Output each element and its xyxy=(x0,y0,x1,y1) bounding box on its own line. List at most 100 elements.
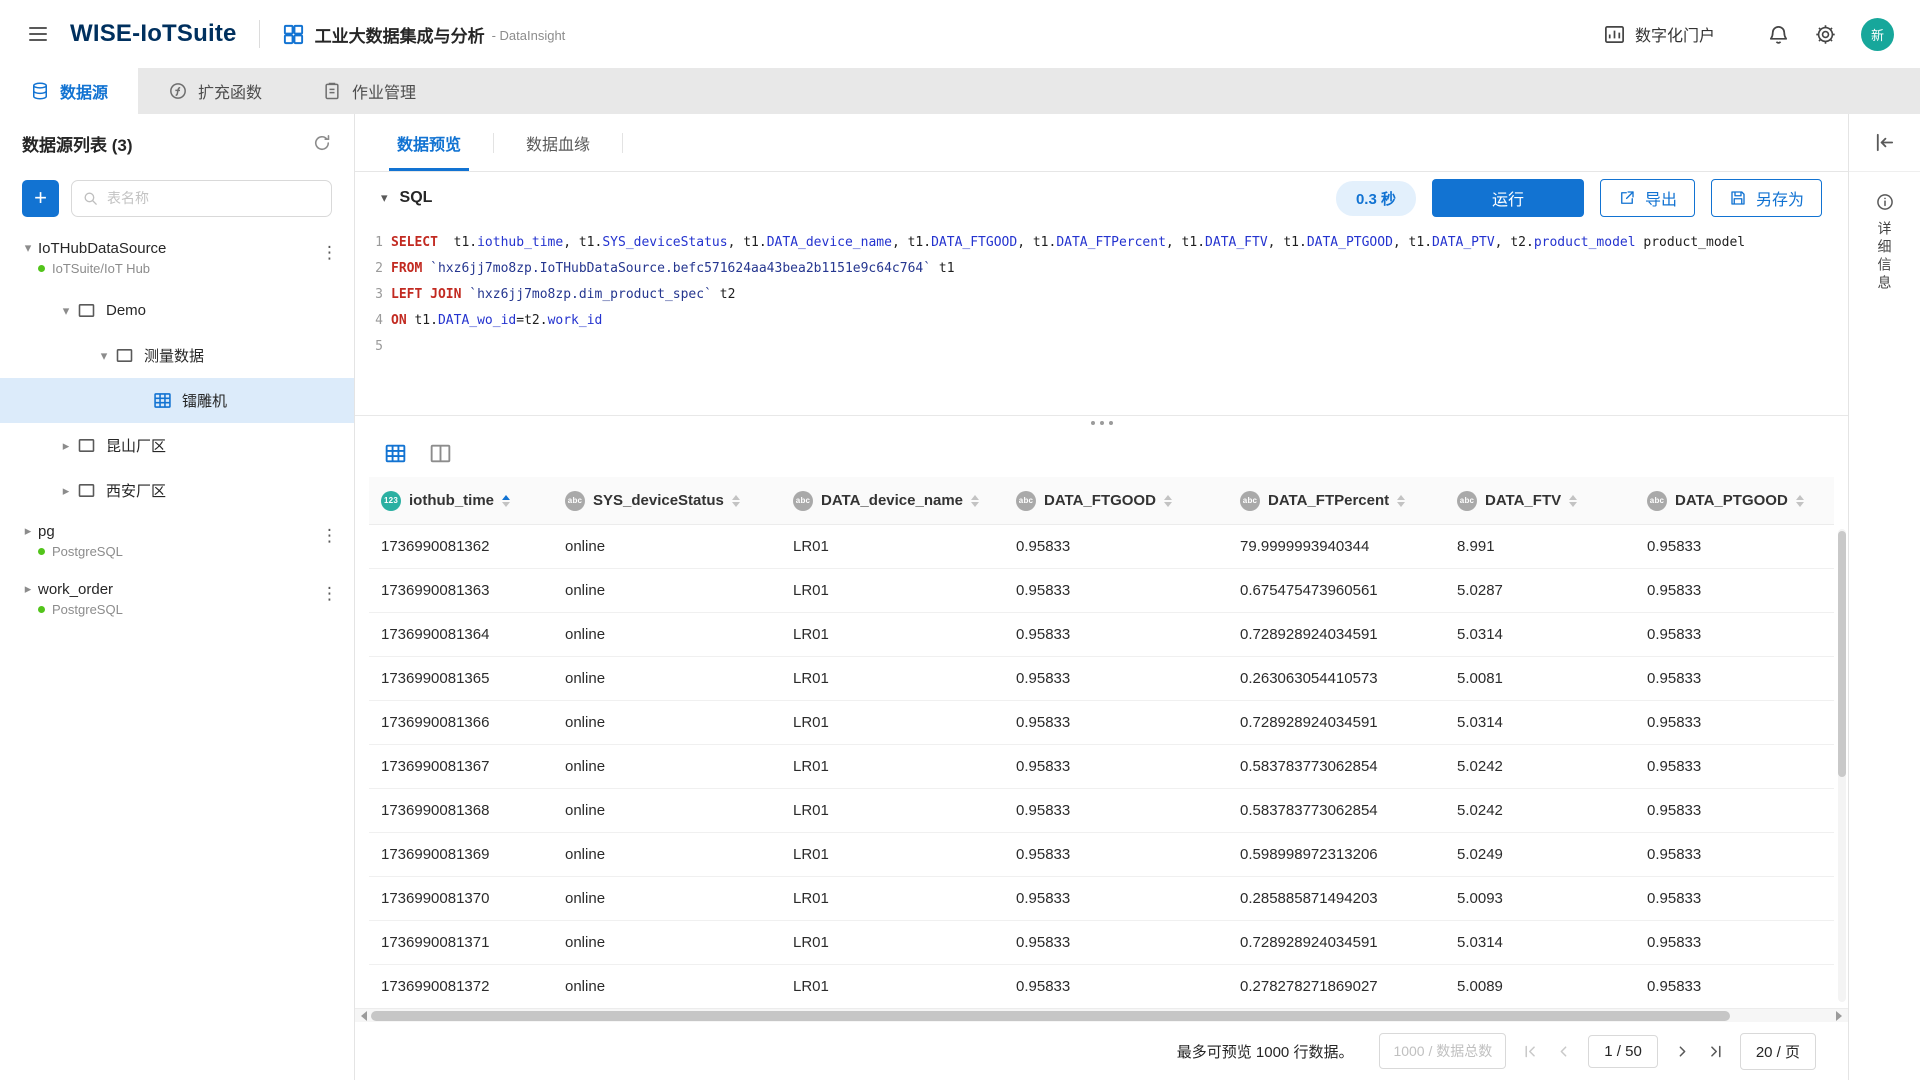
details-panel-toggle[interactable]: 详细信息 xyxy=(1875,192,1895,293)
tree-node[interactable]: ▾测量数据 xyxy=(0,333,354,378)
caret-right-icon[interactable]: ▸ xyxy=(56,438,76,454)
column-header-DATA_FTV[interactable]: abcDATA_FTV xyxy=(1445,477,1635,524)
table-search-input[interactable] xyxy=(107,190,321,206)
table-row[interactable]: 1736990081369onlineLR010.958330.59899897… xyxy=(369,833,1834,877)
numeric-type-icon: 123 xyxy=(381,491,401,511)
page-size-select[interactable]: 20 / 页 xyxy=(1740,1033,1816,1070)
user-avatar[interactable]: 新 xyxy=(1861,18,1894,51)
sort-icon[interactable] xyxy=(1569,495,1577,507)
panel-resize-handle[interactable] xyxy=(355,416,1848,429)
horizontal-scroll-track[interactable] xyxy=(371,1011,1832,1021)
table-row[interactable]: 1736990081366onlineLR010.958330.72892892… xyxy=(369,701,1834,745)
sql-editor[interactable]: 12345 SELECT t1.iothub_time, t1.SYS_devi… xyxy=(355,224,1848,416)
settings-gear-icon[interactable] xyxy=(1814,23,1837,46)
table-cell: LR01 xyxy=(781,934,1004,951)
tree-node[interactable]: ▾IoTHubDataSourceIoTSuite/IoT Hub ⋮ xyxy=(0,230,354,288)
table-cell: LR01 xyxy=(781,758,1004,775)
refresh-icon[interactable] xyxy=(312,133,332,153)
hamburger-menu-icon[interactable] xyxy=(26,22,50,46)
first-page-button[interactable] xyxy=(1522,1043,1539,1060)
next-page-button[interactable] xyxy=(1674,1043,1691,1060)
table-cell: 0.583783773062854 xyxy=(1228,802,1445,819)
column-header-iothub_time[interactable]: 123iothub_time xyxy=(369,477,553,524)
table-row[interactable]: 1736990081372onlineLR010.958330.27827827… xyxy=(369,965,1834,1008)
caret-down-icon[interactable]: ▾ xyxy=(18,240,38,256)
vertical-scrollbar[interactable] xyxy=(1838,529,1846,1002)
horizontal-scroll-thumb[interactable] xyxy=(371,1011,1730,1021)
node-menu-button[interactable]: ⋮ xyxy=(321,244,338,261)
tree-node[interactable]: ▸西安厂区 xyxy=(0,468,354,513)
column-header-DATA_FTGOOD[interactable]: abcDATA_FTGOOD xyxy=(1004,477,1228,524)
sort-icon[interactable] xyxy=(1796,495,1804,507)
func-icon xyxy=(168,81,188,101)
tree-node[interactable]: 镭雕机 xyxy=(0,378,354,423)
add-datasource-button[interactable]: + xyxy=(22,180,59,217)
column-header-DATA_device_name[interactable]: abcDATA_device_name xyxy=(781,477,1004,524)
view-tab-label: 数据血缘 xyxy=(526,131,590,155)
tree-node[interactable]: ▾ Demo xyxy=(0,288,354,333)
details-rail: 详细信息 xyxy=(1848,114,1920,1080)
sort-icon[interactable] xyxy=(502,495,510,507)
sort-icon[interactable] xyxy=(1164,495,1172,507)
tree-node-text: Demo xyxy=(106,302,146,319)
scroll-left-arrow-icon[interactable] xyxy=(361,1011,367,1021)
view-tab-2[interactable]: 数据血缘 xyxy=(518,114,598,171)
table-row[interactable]: 1736990081367onlineLR010.958330.58378377… xyxy=(369,745,1834,789)
table-cell: LR01 xyxy=(781,582,1004,599)
module-tab-2[interactable]: 扩充函数 xyxy=(138,68,292,114)
save-as-button[interactable]: 另存为 xyxy=(1711,179,1822,217)
split-view-icon[interactable] xyxy=(428,441,453,466)
grid-view-icon[interactable] xyxy=(383,441,408,466)
export-button[interactable]: 导出 xyxy=(1600,179,1695,217)
sort-icon[interactable] xyxy=(1397,495,1405,507)
caret-down-icon[interactable]: ▾ xyxy=(56,303,76,319)
node-menu-button[interactable]: ⋮ xyxy=(321,527,338,544)
view-tab-1[interactable]: 数据预览 xyxy=(389,114,469,171)
table-cell: 0.598998972313206 xyxy=(1228,846,1445,863)
tree-node-text: IoTHubDataSourceIoTSuite/IoT Hub xyxy=(38,240,166,276)
tree-node[interactable]: ▸昆山厂区 xyxy=(0,423,354,468)
node-menu-button[interactable]: ⋮ xyxy=(321,585,338,602)
tree-node[interactable]: ▸work_orderPostgreSQL ⋮ xyxy=(0,571,354,629)
module-tab-1[interactable]: 数据源 xyxy=(0,68,138,114)
collapse-panel-icon[interactable] xyxy=(1873,131,1896,154)
scroll-right-arrow-icon[interactable] xyxy=(1836,1011,1842,1021)
sql-token: SELECT xyxy=(391,235,438,250)
table-row[interactable]: 1736990081364onlineLR010.958330.72892892… xyxy=(369,613,1834,657)
tree-node[interactable]: ▸pgPostgreSQL⋮ xyxy=(0,513,354,571)
tree-node-text: work_orderPostgreSQL xyxy=(38,581,123,617)
module-tab-3[interactable]: 作业管理 xyxy=(292,68,446,114)
table-cell: 0.95833 xyxy=(1004,802,1228,819)
prev-page-button[interactable] xyxy=(1555,1043,1572,1060)
caret-right-icon[interactable]: ▸ xyxy=(18,581,38,597)
run-button[interactable]: 运行 xyxy=(1432,179,1584,217)
sort-icon[interactable] xyxy=(971,495,979,507)
sql-token: , t1. xyxy=(1393,235,1432,250)
table-row[interactable]: 1736990081368onlineLR010.958330.58378377… xyxy=(369,789,1834,833)
digital-portal-link[interactable]: 数字化门户 xyxy=(1603,22,1715,46)
column-header-DATA_PTGOOD[interactable]: abcDATA_PTGOOD xyxy=(1635,477,1810,524)
table-cell: 1736990081369 xyxy=(369,846,553,863)
table-row[interactable]: 1736990081362onlineLR010.9583379.9999993… xyxy=(369,525,1834,569)
table-search[interactable] xyxy=(71,180,332,217)
table-row[interactable]: 1736990081371onlineLR010.958330.72892892… xyxy=(369,921,1834,965)
sql-collapse-caret-icon[interactable]: ▾ xyxy=(381,190,388,206)
last-page-button[interactable] xyxy=(1707,1043,1724,1060)
vertical-scroll-thumb[interactable] xyxy=(1838,531,1846,777)
table-cell: 1736990081366 xyxy=(369,714,553,731)
sql-token: iothub_time xyxy=(477,235,563,250)
column-header-DATA_FTPercent[interactable]: abcDATA_FTPercent xyxy=(1228,477,1445,524)
horizontal-scrollbar[interactable] xyxy=(355,1008,1848,1022)
table-cell: 5.0089 xyxy=(1445,978,1635,995)
table-row[interactable]: 1736990081370onlineLR010.958330.28588587… xyxy=(369,877,1834,921)
column-header-SYS_deviceStatus[interactable]: abcSYS_deviceStatus xyxy=(553,477,781,524)
table-cell: 5.0242 xyxy=(1445,802,1635,819)
caret-down-icon[interactable]: ▾ xyxy=(94,348,114,364)
notifications-bell-icon[interactable] xyxy=(1767,23,1790,46)
save-as-button-label: 另存为 xyxy=(1756,186,1804,210)
sort-icon[interactable] xyxy=(732,495,740,507)
table-row[interactable]: 1736990081363onlineLR010.958330.67547547… xyxy=(369,569,1834,613)
caret-right-icon[interactable]: ▸ xyxy=(56,483,76,499)
table-row[interactable]: 1736990081365onlineLR010.958330.26306305… xyxy=(369,657,1834,701)
caret-right-icon[interactable]: ▸ xyxy=(18,523,38,539)
